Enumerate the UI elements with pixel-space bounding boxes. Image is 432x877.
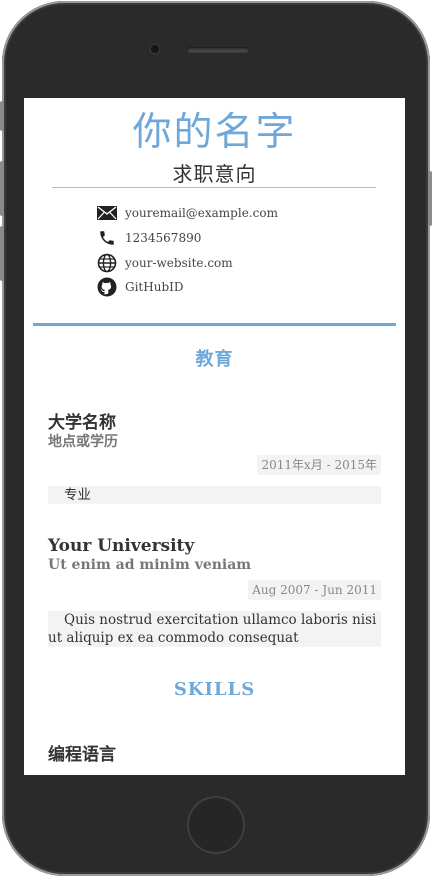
side-button-volume-down [0,226,4,281]
contact-phone[interactable]: 1234567890 [96,227,201,249]
website-text: your-website.com [125,256,233,270]
side-button-volume-up [0,161,4,216]
contact-email[interactable]: youremail@example.com [96,202,278,224]
phone-icon [96,227,118,249]
section-divider [33,323,396,326]
header-divider [52,187,376,188]
education-entry-description: 专业 [48,486,381,504]
contact-github[interactable]: GitHubID [96,276,183,298]
phone-text: 1234567890 [125,231,202,245]
education-entry-title: 大学名称 [48,413,116,433]
speaker-grille [187,47,249,53]
side-button-mute [0,101,4,131]
education-entry-description: Quis nostrud exercitation ullamco labori… [48,611,381,647]
education-entry-title: Your University [48,536,195,556]
education-entry-subtitle: Ut enim ad minim veniam [48,557,252,573]
home-button[interactable] [187,796,245,854]
section-title-education: 教育 [195,349,234,370]
envelope-icon [96,202,118,224]
globe-icon [96,252,118,274]
education-entry-subtitle: 地点或学历 [48,434,118,450]
github-text: GitHubID [125,280,184,294]
section-title-skills: SKILLS [173,679,256,700]
resume-name: 你的名字 [132,110,297,155]
side-button-power [428,171,432,226]
camera-icon [151,45,159,53]
contact-website[interactable]: your-website.com [96,252,233,274]
job-objective: 求职意向 [172,162,257,186]
github-icon [96,276,118,298]
skill-category-title: 编程语言 [48,745,116,765]
resume-screen: 你的名字 求职意向 youremail@example.com 12345678… [24,98,405,775]
email-text: youremail@example.com [125,206,278,220]
education-entry-date: Aug 2007 - Jun 2011 [248,580,381,600]
education-entry-date: 2011年x月 - 2015年 [257,455,381,475]
